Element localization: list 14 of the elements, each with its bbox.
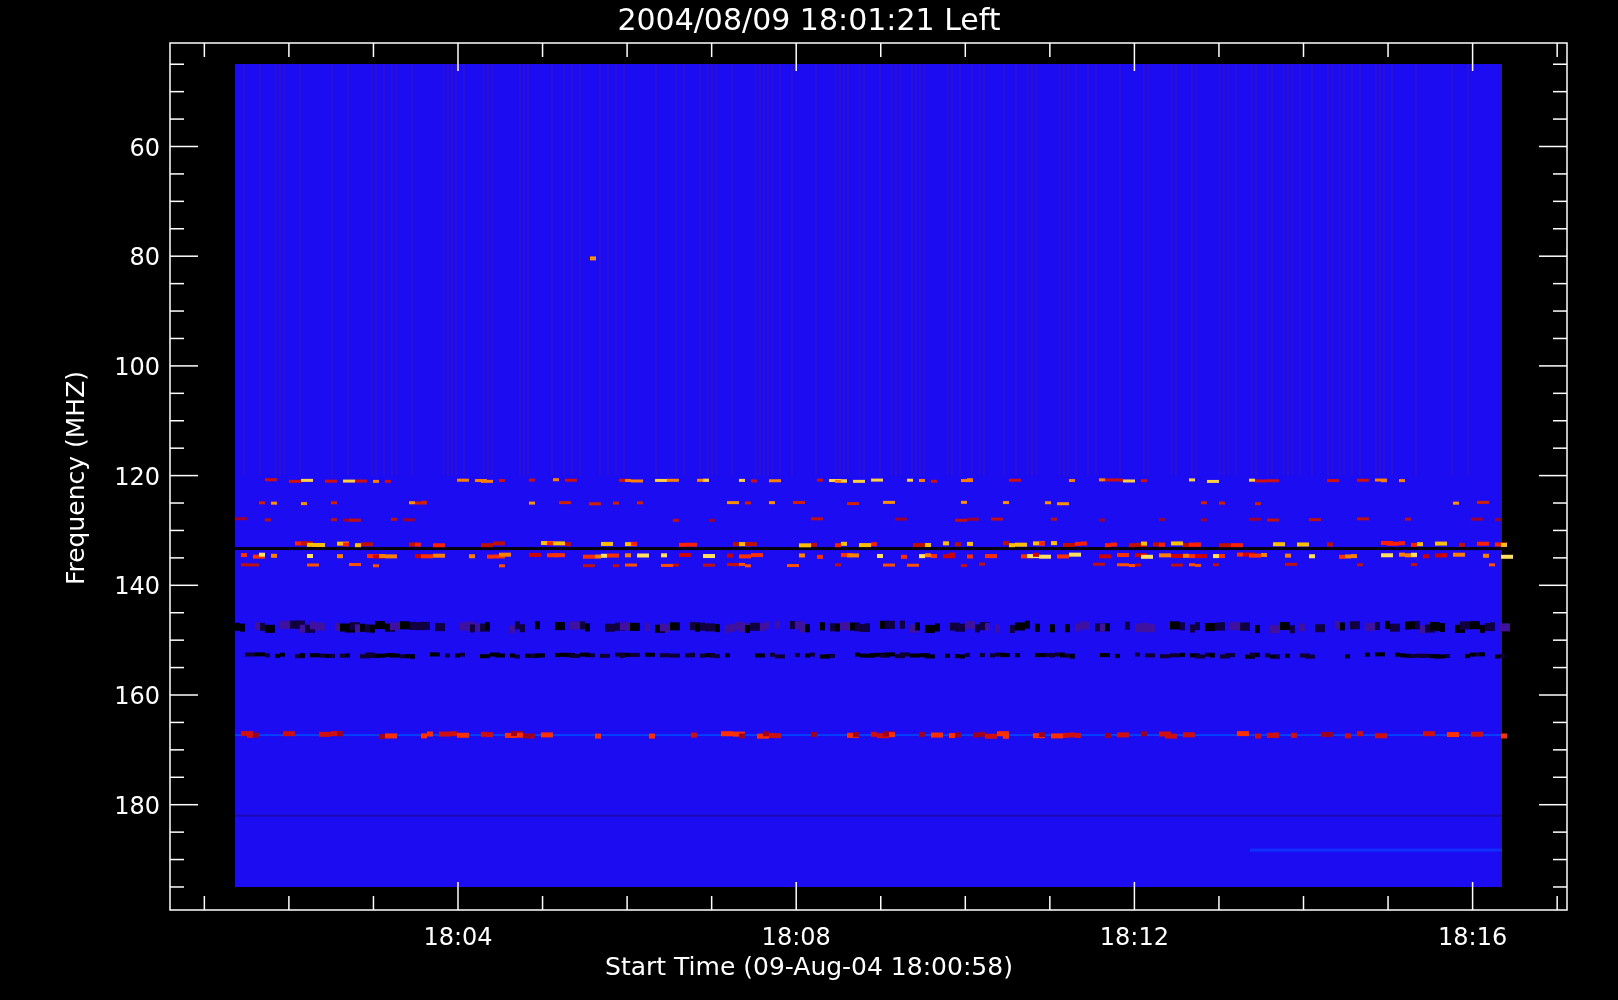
tick-label: 120 [114,462,160,491]
tick-label: 18:12 [1099,923,1169,951]
axis-label: Frequency (MHZ) [61,370,90,586]
axis-label: Start Time (09-Aug-04 18:00:58) [605,952,1013,981]
tick-label: 100 [114,352,160,381]
tick-label: 18:04 [423,923,493,951]
tick-label: 18:16 [1438,923,1508,951]
plot-title: 2004/08/09 18:01:21 Left [617,2,1001,37]
tick-label: 80 [129,243,160,272]
tick-label: 140 [114,572,160,601]
tick-label: 18:08 [761,923,831,951]
tick-label: 160 [114,682,160,710]
tick-label: 180 [114,791,160,820]
tick-label: 60 [129,133,160,162]
